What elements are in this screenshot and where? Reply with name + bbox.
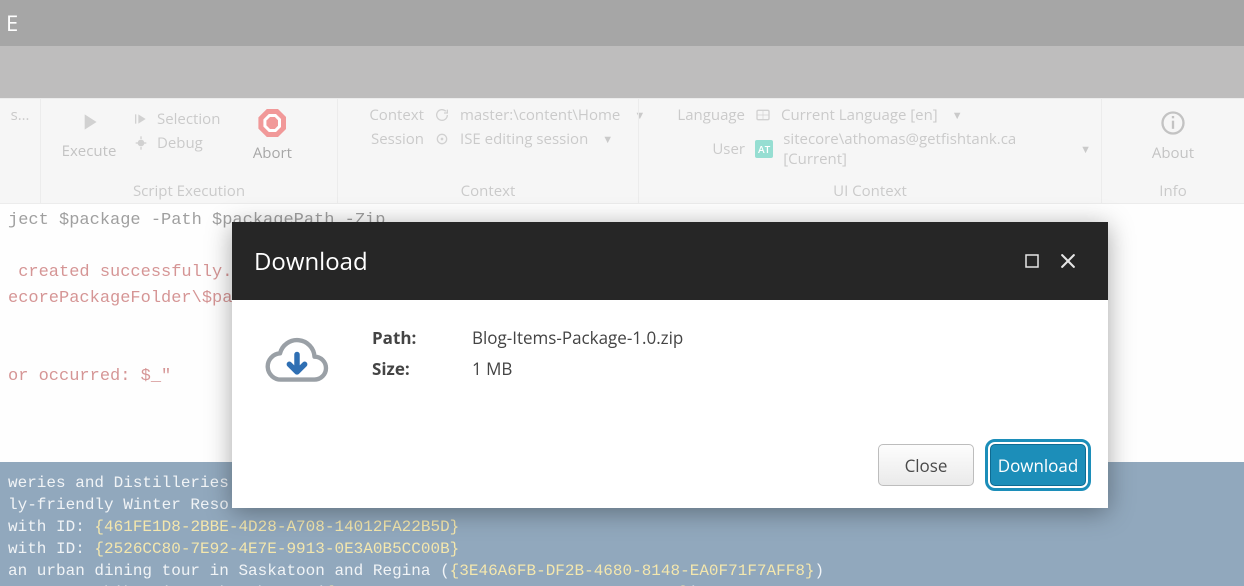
maximize-icon [1023, 252, 1041, 270]
maximize-button[interactable] [1014, 243, 1050, 279]
path-label: Path: [372, 326, 452, 349]
close-dialog-button[interactable] [1050, 243, 1086, 279]
dialog-header: Download [232, 222, 1108, 300]
download-cloud-icon [262, 326, 332, 396]
close-button[interactable]: Close [878, 444, 974, 486]
path-value: Blog-Items-Package-1.0.zip [472, 326, 683, 349]
download-dialog: Download Path: Blog-Items-Package-1.0.zi… [232, 222, 1108, 508]
download-button[interactable]: Download [990, 444, 1086, 486]
dialog-title: Download [254, 245, 368, 278]
size-label: Size: [372, 357, 452, 380]
size-value: 1 MB [472, 357, 683, 380]
download-metadata: Path: Blog-Items-Package-1.0.zip Size: 1… [372, 326, 683, 380]
close-icon [1058, 251, 1078, 271]
